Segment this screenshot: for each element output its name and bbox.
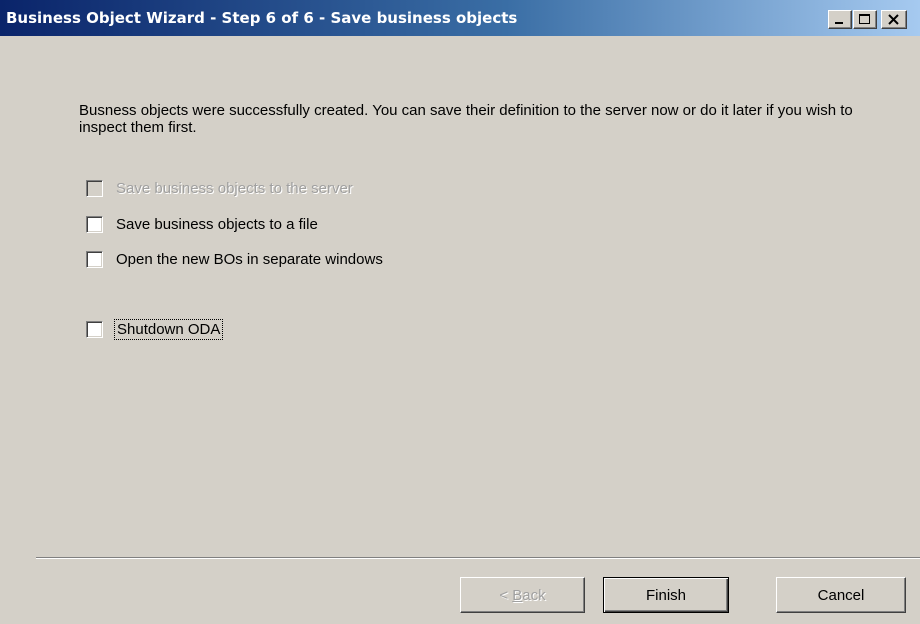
open-separate-windows-option[interactable]: Open the new BOs in separate windows: [86, 249, 383, 269]
back-rest: ack: [522, 586, 546, 604]
back-mnemonic: B: [512, 586, 523, 604]
open-separate-windows-label[interactable]: Open the new BOs in separate windows: [116, 251, 383, 268]
back-button[interactable]: < Back: [460, 577, 585, 613]
maximize-icon: [859, 14, 870, 24]
save-to-server-option: Save business objects to the server: [86, 178, 353, 198]
shutdown-oda-checkbox[interactable]: [86, 320, 103, 338]
minimize-button[interactable]: [828, 10, 852, 29]
wizard-window: Business Object Wizard - Step 6 of 6 - S…: [0, 0, 920, 624]
shutdown-oda-label[interactable]: Shutdown ODA: [113, 318, 224, 340]
intro-message: Busness objects were successfully create…: [79, 102, 853, 136]
save-to-file-label[interactable]: Save business objects to a file: [116, 216, 318, 233]
save-to-server-label: Save business objects to the server: [116, 179, 353, 197]
open-separate-windows-checkbox[interactable]: [86, 250, 103, 268]
title-bar[interactable]: Business Object Wizard - Step 6 of 6 - S…: [0, 0, 920, 36]
window-title: Business Object Wizard - Step 6 of 6 - S…: [6, 9, 518, 27]
save-to-file-checkbox[interactable]: [86, 215, 103, 233]
save-to-server-checkbox: [86, 179, 103, 197]
back-button-label: < Back: [499, 587, 545, 604]
back-prefix: <: [499, 586, 513, 604]
minimize-icon: [835, 22, 843, 24]
maximize-button[interactable]: [853, 10, 877, 29]
shutdown-oda-option[interactable]: Shutdown ODA: [86, 318, 224, 340]
close-icon: [888, 14, 899, 25]
finish-button[interactable]: Finish: [603, 577, 729, 613]
save-to-file-option[interactable]: Save business objects to a file: [86, 214, 318, 234]
close-button[interactable]: [881, 10, 907, 29]
button-separator: [36, 557, 920, 559]
cancel-button[interactable]: Cancel: [776, 577, 906, 613]
